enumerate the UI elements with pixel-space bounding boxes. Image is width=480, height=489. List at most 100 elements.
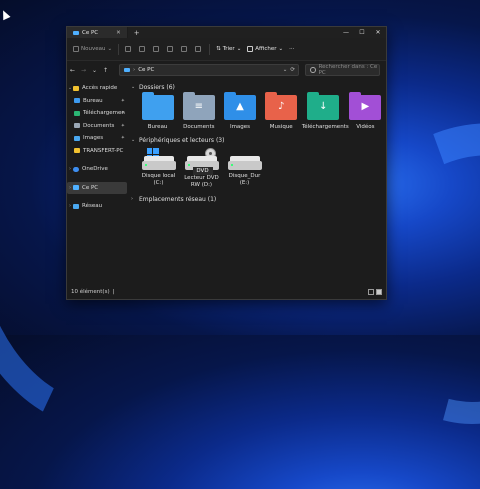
drive-label: Lecteur DVD RW (D:) [184,175,219,188]
sidebar-item-telechargements[interactable]: Téléchargemen ✦ [67,107,127,120]
new-label: Nouveau [81,46,106,52]
chevron-down-icon: ⌄ [131,137,136,143]
cut-button[interactable] [125,46,133,52]
sort-button[interactable]: ⇅ Trier ⌄ [216,46,241,52]
minimize-button[interactable]: — [338,29,354,36]
hard-drive-icon [227,148,262,170]
folder-telechargements[interactable]: ↓ Téléchargements [302,92,349,130]
maximize-button[interactable]: ☐ [354,29,370,36]
sidebar-item-label: TRANSFERT-PC [83,147,124,154]
navigation-bar: ← → ⌄ ↑ › Ce PC ⌄ ⟳ Rechercher dans : Ce… [67,60,386,80]
documents-folder-icon: ≡ [182,92,215,120]
section-header-devices[interactable]: ⌄ Périphériques et lecteurs (3) [131,135,386,145]
pin-icon: ✦ [120,122,125,129]
folder-label: Images [229,124,251,130]
paste-button[interactable] [153,46,161,52]
folder-label: Musique [269,124,293,130]
drive-c[interactable]: Disque local (C:) [137,148,180,189]
drive-label: Disque local (C:) [141,173,176,186]
music-folder-icon: ♪ [265,92,298,120]
folder-images[interactable]: ▲ Images [219,92,260,130]
sidebar-item-label: Images [83,135,104,142]
star-icon [73,85,79,91]
search-input[interactable]: Rechercher dans : Ce PC [305,64,380,76]
view-icon [247,46,254,52]
recent-locations-button[interactable]: ⌄ [89,67,100,74]
pin-icon: ✦ [120,110,125,117]
sidebar-item-bureau[interactable]: Bureau ✦ [67,95,127,108]
view-label: Afficher [255,46,277,52]
tab-close-icon[interactable]: ✕ [116,30,121,36]
pictures-folder-icon: ▲ [224,92,256,120]
folder-label: Documents [183,124,215,130]
dvd-drive-icon: DVD [184,148,219,175]
folder-videos[interactable]: ▶ Vidéos [345,92,386,130]
folder-bureau[interactable]: Bureau [137,92,178,130]
toolbar-divider [209,43,211,55]
video-folder-icon: ▶ [349,92,382,120]
computer-icon [73,185,79,191]
sidebar-item-reseau[interactable]: › Réseau [67,200,127,213]
more-options-button[interactable]: ··· [289,46,294,52]
share-button[interactable] [181,46,189,52]
computer-icon [73,30,79,35]
section-title: Dossiers (6) [139,83,175,91]
folder-documents[interactable]: ≡ Documents [178,92,219,130]
rename-button[interactable] [167,46,175,52]
folder-label: Vidéos [356,124,375,130]
folder-label: Bureau [147,124,168,130]
section-header-folders[interactable]: ⌄ Dossiers (6) [131,82,386,92]
sidebar-item-label: OneDrive [82,166,108,173]
tiles-view-button[interactable] [376,289,382,295]
folder-musique[interactable]: ♪ Musique [261,92,302,130]
breadcrumb-ce-pc[interactable]: Ce PC [138,67,154,73]
trash-icon [195,46,202,52]
window-controls: — ☐ ✕ [338,29,386,36]
folder-grid: Bureau ≡ Documents ▲ Images ♪ Musique ↓ … [137,92,386,130]
sort-label: Trier [222,46,235,52]
close-button[interactable]: ✕ [370,29,386,36]
status-separator: | [112,289,115,295]
breadcrumb-chevron-icon: › [133,67,136,73]
section-title: Emplacements réseau (1) [139,195,217,203]
sidebar-item-quick-access[interactable]: ⌄ Accès rapide [67,82,127,95]
drive-e[interactable]: Disque_Dur (E:) [223,148,266,189]
details-view-button[interactable] [368,289,374,295]
desktop-folder-icon [74,98,80,104]
cut-icon [125,46,132,52]
sidebar-item-documents[interactable]: Documents ✦ [67,120,127,133]
windows-drive-icon [141,148,176,170]
computer-icon [124,68,130,72]
address-bar[interactable]: › Ce PC ⌄ ⟳ [119,64,299,76]
dvd-badge: DVD [192,167,213,175]
chevron-down-icon: ⌄ [236,46,242,52]
sidebar-item-ce-pc[interactable]: › Ce PC [67,181,127,194]
sidebar-item-images[interactable]: Images ✦ [67,132,127,145]
view-button[interactable]: Afficher ⌄ [247,46,283,52]
new-button[interactable]: Nouveau ⌄ [73,46,112,52]
up-button[interactable]: ↑ [100,67,111,74]
copy-icon [139,46,146,52]
download-folder-icon [74,110,80,116]
delete-button[interactable] [195,46,203,52]
sidebar-item-onedrive[interactable]: › OneDrive [67,163,127,176]
sidebar-item-transfert-pc[interactable]: TRANSFERT-PC [67,145,127,158]
address-dropdown-button[interactable]: ⌄ [283,67,288,73]
new-tab-button[interactable]: + [134,29,140,37]
back-button[interactable]: ← [67,67,78,74]
pin-icon: ✦ [120,97,125,104]
command-bar: Nouveau ⌄ ⇅ Trier ⌄ Afficher ⌄ ··· [67,38,386,61]
chevron-down-icon: ⌄ [107,46,113,52]
documents-folder-icon [74,123,80,129]
chevron-down-icon: ⌄ [131,84,136,90]
search-icon [310,67,316,73]
section-header-network[interactable]: › Emplacements réseau (1) [131,194,386,204]
download-folder-icon: ↓ [307,92,340,120]
copy-button[interactable] [139,46,147,52]
forward-button[interactable]: → [78,67,89,74]
tab-ce-pc[interactable]: Ce PC ✕ [67,27,128,38]
refresh-button[interactable]: ⟳ [290,67,295,73]
folder-icon [74,148,80,154]
mouse-cursor-icon [0,8,11,21]
drive-d[interactable]: DVD Lecteur DVD RW (D:) [180,148,223,189]
